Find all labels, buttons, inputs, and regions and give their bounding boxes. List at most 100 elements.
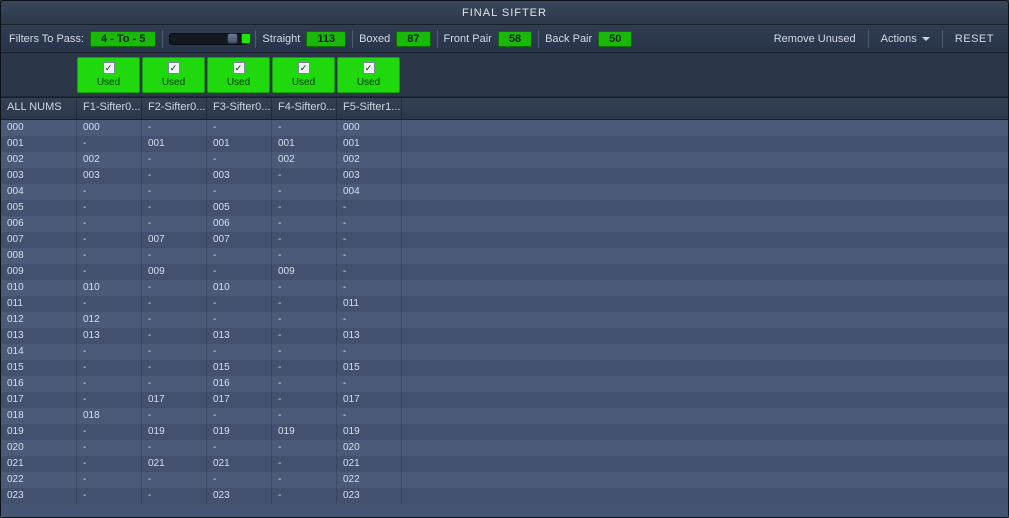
cell: 005 xyxy=(1,200,77,216)
column-header[interactable]: F4-Sifter0... xyxy=(272,98,337,119)
cell: - xyxy=(142,280,207,296)
checkbox-icon[interactable]: ✓ xyxy=(233,62,245,74)
table-row[interactable]: 005--005-- xyxy=(1,200,1008,216)
cell: - xyxy=(142,168,207,184)
column-header[interactable]: ALL NUMS xyxy=(1,98,77,119)
cell: - xyxy=(142,312,207,328)
separator xyxy=(162,30,163,48)
table-row[interactable]: 012012---- xyxy=(1,312,1008,328)
checkbox-icon[interactable]: ✓ xyxy=(298,62,310,74)
cell: - xyxy=(337,200,402,216)
grid-rows[interactable]: 000000---000001-001001001001002002--0020… xyxy=(1,120,1008,517)
cell: 018 xyxy=(77,408,142,424)
column-toggle-3[interactable]: ✓Used xyxy=(207,57,270,93)
table-row[interactable]: 002002--002002 xyxy=(1,152,1008,168)
cell: 013 xyxy=(1,328,77,344)
slider-end[interactable] xyxy=(241,33,251,44)
column-toggle-2[interactable]: ✓Used xyxy=(142,57,205,93)
remove-unused-button[interactable]: Remove Unused xyxy=(768,31,862,47)
cell: 002 xyxy=(272,152,337,168)
cell: - xyxy=(77,456,142,472)
cell: - xyxy=(337,216,402,232)
cell: 019 xyxy=(272,424,337,440)
separator xyxy=(255,30,256,48)
cell: - xyxy=(142,472,207,488)
table-row[interactable]: 022----022 xyxy=(1,472,1008,488)
cell: 023 xyxy=(207,488,272,504)
table-row[interactable]: 021-021021-021 xyxy=(1,456,1008,472)
cell: - xyxy=(142,184,207,200)
boxed-value: 87 xyxy=(396,31,430,47)
cell: - xyxy=(142,328,207,344)
cell: - xyxy=(77,232,142,248)
column-header[interactable]: F5-Sifter1... xyxy=(337,98,402,119)
cell: 013 xyxy=(77,328,142,344)
cell: - xyxy=(272,232,337,248)
table-row[interactable]: 011----011 xyxy=(1,296,1008,312)
cell: 007 xyxy=(1,232,77,248)
table-row[interactable]: 018018---- xyxy=(1,408,1008,424)
table-row[interactable]: 006--006-- xyxy=(1,216,1008,232)
cell: 017 xyxy=(142,392,207,408)
cell: 023 xyxy=(337,488,402,504)
cell: - xyxy=(272,488,337,504)
cell: 019 xyxy=(337,424,402,440)
table-row[interactable]: 004----004 xyxy=(1,184,1008,200)
cell: - xyxy=(142,408,207,424)
table-row[interactable]: 016--016-- xyxy=(1,376,1008,392)
table-row[interactable]: 010010-010-- xyxy=(1,280,1008,296)
cell: 010 xyxy=(1,280,77,296)
cell: 013 xyxy=(337,328,402,344)
table-row[interactable]: 007-007007-- xyxy=(1,232,1008,248)
cell: - xyxy=(337,408,402,424)
column-header[interactable]: F3-Sifter0... xyxy=(207,98,272,119)
cell: 023 xyxy=(1,488,77,504)
actions-menu[interactable]: Actions xyxy=(875,31,936,47)
separator xyxy=(352,30,353,48)
cell: - xyxy=(207,120,272,136)
cell: 020 xyxy=(337,440,402,456)
table-row[interactable]: 013013-013-013 xyxy=(1,328,1008,344)
checkbox-icon[interactable]: ✓ xyxy=(103,62,115,74)
cell: - xyxy=(337,376,402,392)
cell: - xyxy=(77,264,142,280)
cell: 016 xyxy=(1,376,77,392)
table-row[interactable]: 023--023-023 xyxy=(1,488,1008,504)
filters-to-pass-value[interactable]: 4 - To - 5 xyxy=(90,31,156,47)
cell: - xyxy=(77,376,142,392)
column-header[interactable]: F1-Sifter0... xyxy=(77,98,142,119)
table-row[interactable]: 009-009-009- xyxy=(1,264,1008,280)
table-row[interactable]: 017-017017-017 xyxy=(1,392,1008,408)
cell: 018 xyxy=(1,408,77,424)
cell: - xyxy=(337,264,402,280)
cell: - xyxy=(272,184,337,200)
table-row[interactable]: 019-019019019019 xyxy=(1,424,1008,440)
column-toggle-1[interactable]: ✓Used xyxy=(77,57,140,93)
cell: - xyxy=(77,200,142,216)
cell: 017 xyxy=(337,392,402,408)
table-row[interactable]: 003003-003-003 xyxy=(1,168,1008,184)
table-row[interactable]: 000000---000 xyxy=(1,120,1008,136)
slider-thumb[interactable] xyxy=(227,33,238,44)
column-toggle-4[interactable]: ✓Used xyxy=(272,57,335,93)
table-row[interactable]: 020----020 xyxy=(1,440,1008,456)
column-header[interactable]: F2-Sifter0... xyxy=(142,98,207,119)
table-row[interactable]: 001-001001001001 xyxy=(1,136,1008,152)
cell: - xyxy=(142,488,207,504)
cell: - xyxy=(142,440,207,456)
cell: 005 xyxy=(207,200,272,216)
column-toggle-5[interactable]: ✓Used xyxy=(337,57,400,93)
checkbox-icon[interactable]: ✓ xyxy=(363,62,375,74)
cell: - xyxy=(272,120,337,136)
reset-button[interactable]: RESET xyxy=(949,31,1000,47)
cell: - xyxy=(272,376,337,392)
checkbox-icon[interactable]: ✓ xyxy=(168,62,180,74)
slider[interactable] xyxy=(169,33,249,45)
table-row[interactable]: 015--015-015 xyxy=(1,360,1008,376)
cell: 011 xyxy=(337,296,402,312)
cell: 021 xyxy=(1,456,77,472)
table-row[interactable]: 014----- xyxy=(1,344,1008,360)
cell: 011 xyxy=(1,296,77,312)
table-row[interactable]: 008----- xyxy=(1,248,1008,264)
grid: ALL NUMSF1-Sifter0...F2-Sifter0...F3-Sif… xyxy=(1,98,1008,517)
